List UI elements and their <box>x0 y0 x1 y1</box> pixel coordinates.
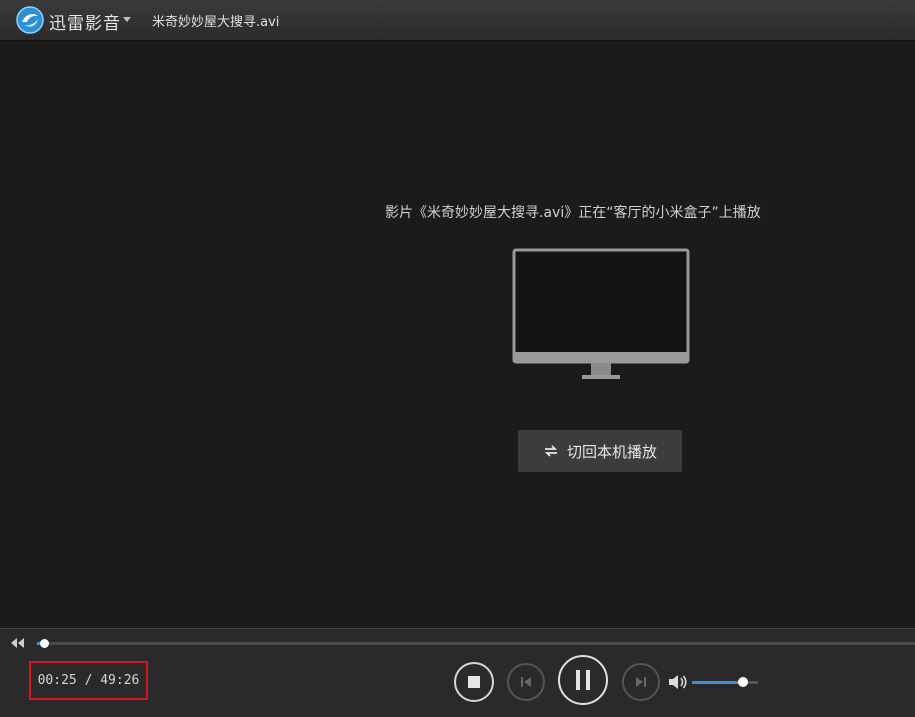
rewind-icon[interactable] <box>9 637 27 649</box>
stop-button[interactable] <box>454 662 494 702</box>
switch-to-local-button[interactable]: 切回本机播放 <box>518 430 682 472</box>
control-bar: 00:25 / 49:26 <box>0 628 915 717</box>
total-time: 49:26 <box>100 673 140 688</box>
pause-icon <box>576 670 590 690</box>
switch-icon <box>544 445 558 457</box>
app-menu-caret-icon[interactable] <box>123 17 131 22</box>
time-separator: / <box>76 673 101 688</box>
tv-icon <box>512 248 690 379</box>
current-time: 00:25 <box>37 673 77 688</box>
cast-status-message: 影片《米奇妙妙屋大搜寻.avi》正在“客厅的小米盒子”上播放 <box>385 205 761 221</box>
video-area[interactable]: 影片《米奇妙妙屋大搜寻.avi》正在“客厅的小米盒子”上播放 切回本机播放 <box>0 42 915 628</box>
title-bar: 迅雷影音 米奇妙妙屋大搜寻.avi <box>0 0 915 41</box>
pause-button[interactable] <box>558 655 608 705</box>
progress-bar[interactable] <box>37 639 915 648</box>
previous-button[interactable] <box>507 663 545 701</box>
stop-icon <box>468 676 480 688</box>
volume-handle[interactable] <box>738 677 749 687</box>
file-title: 米奇妙妙屋大搜寻.avi <box>152 15 280 30</box>
progress-handle[interactable] <box>40 639 50 648</box>
time-display: 00:25 / 49:26 <box>29 661 148 700</box>
volume-slider[interactable] <box>692 677 758 687</box>
next-button[interactable] <box>622 663 660 701</box>
volume-fill <box>692 681 744 684</box>
volume-icon[interactable] <box>668 674 688 690</box>
xunlei-logo-icon[interactable] <box>16 6 44 34</box>
previous-icon <box>521 677 531 687</box>
app-name[interactable]: 迅雷影音 <box>49 9 121 34</box>
next-icon <box>636 677 646 687</box>
switch-to-local-label: 切回本机播放 <box>566 442 657 461</box>
